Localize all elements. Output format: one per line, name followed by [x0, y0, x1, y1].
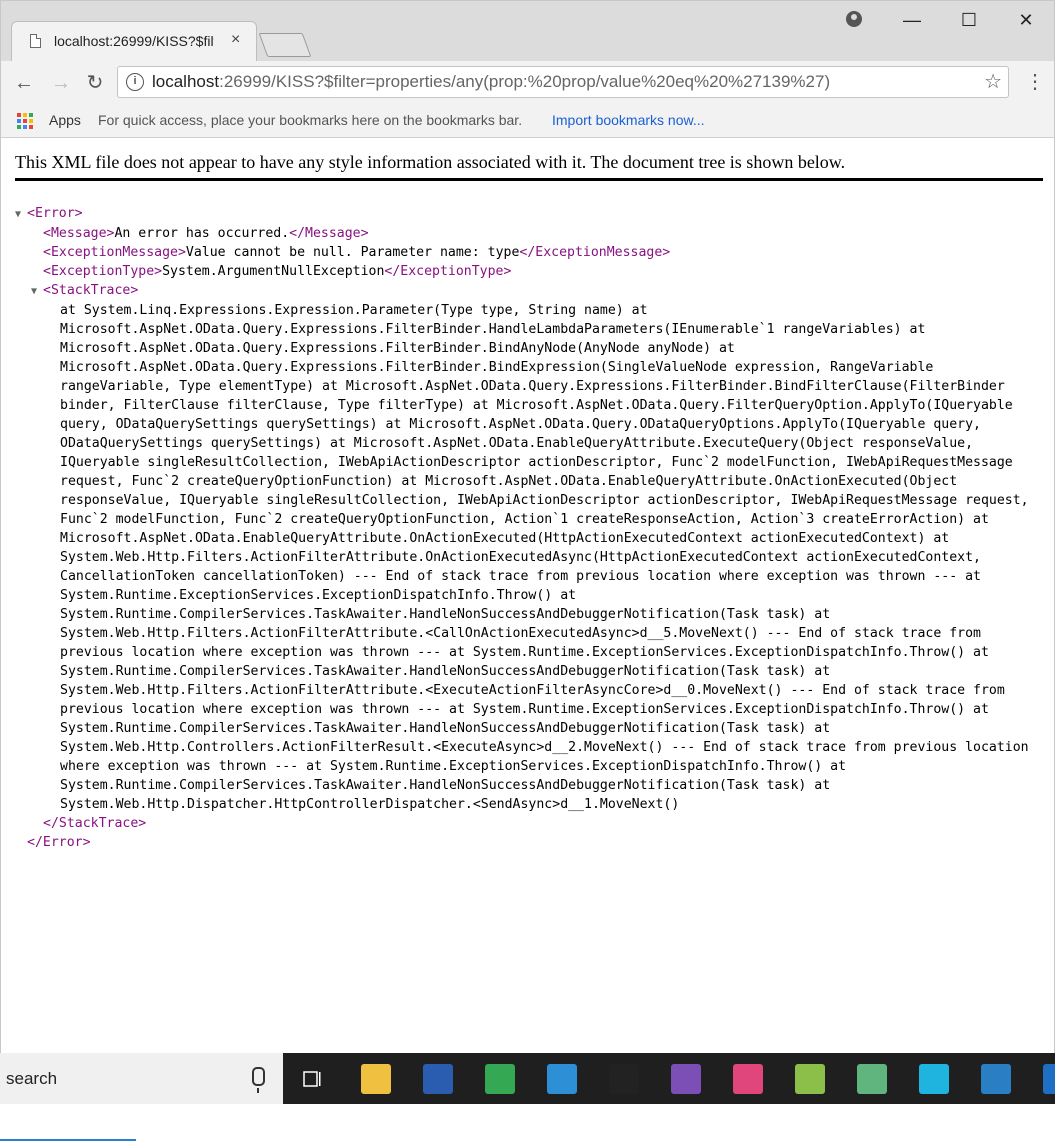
- task-view-icon[interactable]: [302, 1069, 321, 1087]
- profile-icon[interactable]: [846, 11, 862, 27]
- menu-icon[interactable]: ⋮: [1025, 69, 1045, 94]
- tab-title: localhost:26999/KISS?$filter=properties/…: [54, 33, 214, 49]
- info-icon[interactable]: i: [126, 73, 144, 91]
- exception-message-text: Value cannot be null. Parameter name: ty…: [185, 245, 520, 260]
- browser-window: localhost:26999/KISS?$filter=properties/…: [0, 0, 1055, 1054]
- stacktrace-open-tag: <StackTrace>: [43, 283, 139, 298]
- apps-grid-icon[interactable]: [17, 113, 33, 129]
- forward-button[interactable]: →: [47, 69, 75, 97]
- visual-studio-icon[interactable]: [671, 1064, 701, 1094]
- vscode-icon[interactable]: [547, 1064, 577, 1094]
- outlook-icon[interactable]: [1043, 1064, 1055, 1094]
- address-bar[interactable]: i localhost:26999/KISS?$filter=propertie…: [117, 66, 1009, 98]
- document-icon: [30, 34, 41, 48]
- collapse-toggle-icon[interactable]: ▼: [15, 205, 27, 224]
- intellij-icon[interactable]: [733, 1064, 763, 1094]
- chrome-icon[interactable]: [485, 1064, 515, 1094]
- error-close-line: </Error>: [27, 833, 1050, 852]
- error-open-line: ▼ <Error>: [15, 204, 1050, 224]
- exception-message-open-tag: <ExceptionMessage>: [43, 245, 186, 260]
- taskbar-search-box[interactable]: search: [0, 1053, 283, 1104]
- browser-tab[interactable]: localhost:26999/KISS?$filter=properties/…: [11, 21, 257, 61]
- bookmarks-hint: For quick access, place your bookmarks h…: [98, 112, 523, 128]
- stacktrace-close-tag: </StackTrace>: [43, 816, 147, 831]
- close-button[interactable]: ✕: [1011, 7, 1041, 33]
- url-host: localhost: [152, 72, 220, 91]
- exception-message-line: <ExceptionMessage>Value cannot be null. …: [43, 243, 1050, 262]
- stacktrace-open-line: ▼ <StackTrace>: [31, 281, 1050, 301]
- page-content: This XML file does not appear to have an…: [1, 138, 1054, 1054]
- webstorm-icon[interactable]: [919, 1064, 949, 1094]
- browser-toolbar: ← → ↻ i localhost:26999/KISS?$filter=pro…: [1, 61, 1054, 105]
- new-tab-button[interactable]: [258, 33, 312, 57]
- message-open-tag: <Message>: [43, 226, 115, 241]
- file-explorer-icon[interactable]: [361, 1064, 391, 1094]
- minimize-button[interactable]: —: [897, 7, 927, 33]
- back-button[interactable]: ←: [10, 69, 38, 97]
- search-label: search: [6, 1069, 58, 1088]
- exception-type-text: System.ArgumentNullException: [162, 264, 385, 279]
- stacktrace-close-line: </StackTrace>: [43, 814, 1050, 833]
- collapse-toggle-icon[interactable]: ▼: [31, 282, 43, 301]
- exception-type-line: <ExceptionType>System.ArgumentNullExcept…: [43, 262, 1050, 281]
- unity-icon[interactable]: [609, 1064, 639, 1094]
- xml-tree: ▼ <Error> <Message>An error has occurred.…: [15, 204, 1050, 852]
- bookmarks-bar: Apps For quick access, place your bookma…: [1, 105, 1054, 138]
- exception-message-close-tag: </ExceptionMessage>: [519, 245, 671, 260]
- url-path: :26999/KISS?$filter=properties/any(prop:…: [219, 72, 831, 91]
- powershell-icon[interactable]: [423, 1064, 453, 1094]
- exception-type-open-tag: <ExceptionType>: [43, 264, 163, 279]
- message-close-tag: </Message>: [289, 226, 369, 241]
- microphone-icon[interactable]: [252, 1067, 265, 1093]
- exception-type-close-tag: </ExceptionType>: [384, 264, 512, 279]
- notepad-plus-icon[interactable]: [795, 1064, 825, 1094]
- stacktrace-text: at System.Linq.Expressions.Expression.Pa…: [60, 303, 1029, 812]
- terminal-icon[interactable]: [981, 1064, 1011, 1094]
- title-bar: localhost:26999/KISS?$filter=properties/…: [1, 1, 1054, 61]
- taskbar: search: [0, 1053, 1055, 1104]
- url-text[interactable]: localhost:26999/KISS?$filter=properties/…: [152, 72, 830, 92]
- message-text: An error has occurred.: [114, 226, 290, 241]
- bookmark-star-icon[interactable]: ☆: [984, 69, 1002, 94]
- atom-icon[interactable]: [857, 1064, 887, 1094]
- import-bookmarks-link[interactable]: Import bookmarks now...: [552, 112, 705, 128]
- error-open-tag: <Error>: [27, 206, 83, 221]
- tab-close-icon[interactable]: ×: [231, 31, 240, 49]
- error-close-tag: </Error>: [27, 835, 91, 850]
- message-line: <Message>An error has occurred.</Message…: [43, 224, 1050, 243]
- xml-style-notice: This XML file does not appear to have an…: [15, 152, 1043, 181]
- reload-button[interactable]: ↻: [81, 69, 109, 97]
- apps-link[interactable]: Apps: [49, 112, 81, 128]
- maximize-button[interactable]: ☐: [954, 7, 984, 33]
